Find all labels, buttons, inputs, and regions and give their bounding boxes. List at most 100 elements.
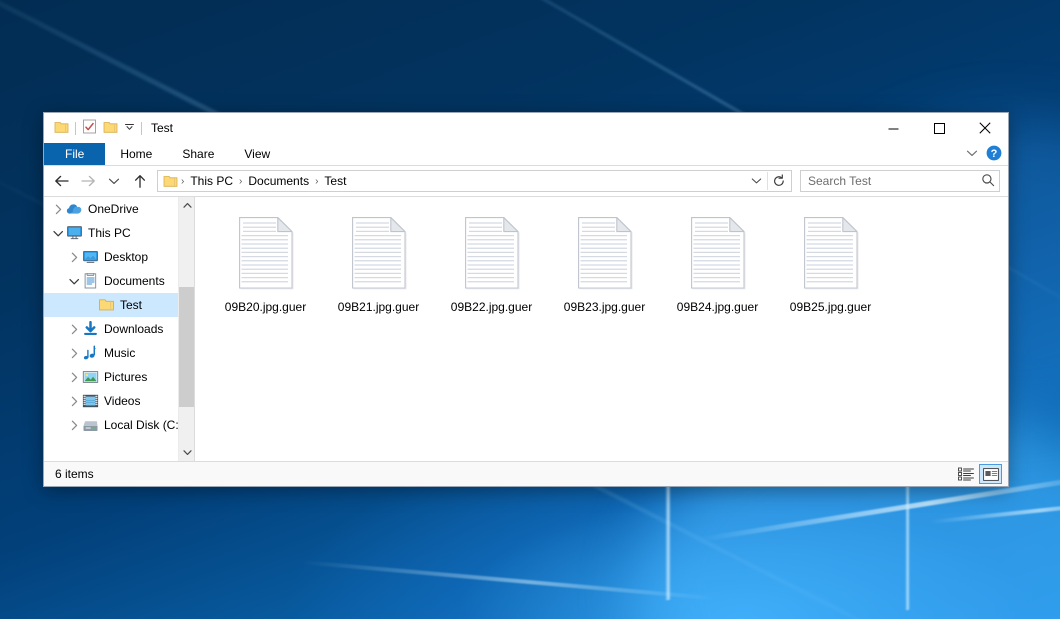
address-bar-controls	[746, 171, 789, 191]
chevron-right-icon[interactable]	[66, 413, 82, 437]
chevron-right-icon[interactable]	[66, 317, 82, 341]
file-item[interactable]: 09B22.jpg.guer	[435, 209, 548, 320]
properties-icon[interactable]	[82, 119, 97, 137]
navigation-scrollbar[interactable]	[178, 197, 194, 461]
expand-ribbon-chevron-icon[interactable]	[966, 147, 978, 161]
file-explorer-window: Test File Home Share View ?	[43, 112, 1009, 487]
sidebar-item-videos[interactable]: Videos	[44, 389, 194, 413]
generic-file-icon	[687, 213, 749, 294]
chevron-right-icon[interactable]	[66, 389, 82, 413]
forward-button[interactable]	[76, 169, 100, 193]
breadcrumb-item-this-pc[interactable]: This PC	[185, 172, 238, 190]
view-toggle-group	[954, 464, 1002, 484]
item-count-label: 6 items	[55, 467, 954, 481]
minimize-button[interactable]	[870, 113, 916, 143]
breadcrumb-item-documents[interactable]: Documents	[243, 172, 314, 190]
sidebar-item-label: Documents	[104, 274, 165, 288]
scrollbar-thumb[interactable]	[179, 287, 195, 407]
sidebar-item-downloads[interactable]: Downloads	[44, 317, 194, 341]
chevron-down-icon[interactable]	[50, 221, 66, 245]
details-view-button[interactable]	[954, 464, 977, 484]
back-button[interactable]	[50, 169, 74, 193]
generic-file-icon	[235, 213, 297, 294]
toolbar-separator	[141, 122, 142, 135]
window-title: Test	[151, 121, 173, 135]
sidebar-item-music[interactable]: Music	[44, 341, 194, 365]
cloud-icon	[66, 201, 83, 217]
videos-icon	[82, 393, 99, 409]
sidebar-item-label: Test	[120, 298, 142, 312]
sidebar-item-local-disk-c[interactable]: Local Disk (C:)	[44, 413, 194, 437]
sidebar-item-pictures[interactable]: Pictures	[44, 365, 194, 389]
sidebar-item-label: Videos	[104, 394, 140, 408]
wallpaper-logo-ray	[930, 499, 1060, 524]
generic-file-icon	[461, 213, 523, 294]
folder-icon[interactable]	[54, 120, 69, 137]
sidebar-item-label: OneDrive	[88, 202, 139, 216]
chevron-down-icon[interactable]	[124, 121, 135, 135]
title-bar: Test	[44, 113, 1008, 143]
navigation-list: OneDrive This PCDesktop Documents Test Downl…	[44, 197, 194, 437]
quick-access-toolbar	[44, 119, 142, 137]
generic-file-icon	[348, 213, 410, 294]
ribbon-right-controls: ?	[966, 143, 1002, 165]
chevron-right-icon[interactable]	[66, 365, 82, 389]
help-icon[interactable]: ?	[986, 145, 1002, 164]
sidebar-item-label: Local Disk (C:)	[104, 418, 183, 432]
new-folder-icon[interactable]	[103, 120, 118, 137]
chevron-right-icon[interactable]	[50, 197, 66, 221]
scroll-down-arrow-icon[interactable]	[179, 444, 195, 461]
refresh-icon[interactable]	[768, 171, 789, 191]
tree-spacer	[82, 293, 98, 317]
file-item[interactable]: 09B25.jpg.guer	[774, 209, 887, 320]
sidebar-item-label: Downloads	[104, 322, 163, 336]
pictures-icon	[82, 369, 99, 385]
breadcrumb-item-test[interactable]: Test	[319, 172, 351, 190]
close-button[interactable]	[962, 113, 1008, 143]
address-folder-icon	[163, 174, 178, 188]
address-bar[interactable]: › This PC › Documents › Test	[157, 170, 792, 192]
desktop-icon	[82, 249, 99, 265]
breadcrumb: › This PC › Documents › Test	[180, 172, 746, 190]
chevron-down-icon[interactable]	[66, 269, 82, 293]
monitor-icon	[66, 225, 83, 241]
search-icon[interactable]	[981, 173, 995, 190]
generic-file-icon	[800, 213, 862, 294]
file-name-label: 09B23.jpg.guer	[564, 300, 645, 314]
ribbon-tab-bar: File Home Share View ?	[44, 143, 1008, 166]
address-dropdown-icon[interactable]	[746, 171, 767, 191]
large-icons-view-button[interactable]	[979, 464, 1002, 484]
file-item[interactable]: 09B23.jpg.guer	[548, 209, 661, 320]
search-box[interactable]: Search Test	[800, 170, 1000, 192]
wallpaper-logo-ray	[300, 560, 719, 601]
recent-locations-button[interactable]	[102, 169, 126, 193]
download-icon	[82, 321, 99, 337]
music-icon	[82, 345, 99, 361]
sidebar-item-label: Pictures	[104, 370, 147, 384]
chevron-right-icon[interactable]	[66, 245, 82, 269]
scroll-up-arrow-icon[interactable]	[179, 197, 195, 214]
file-name-label: 09B20.jpg.guer	[225, 300, 306, 314]
tab-home[interactable]: Home	[105, 143, 167, 165]
tab-file[interactable]: File	[44, 143, 105, 165]
sidebar-item-test[interactable]: Test	[44, 293, 194, 317]
folder-icon	[98, 297, 115, 313]
file-grid: 09B20.jpg.guer 09B21.jpg.guer 09B22.jpg.gu…	[209, 209, 998, 320]
status-bar: 6 items	[44, 461, 1008, 486]
file-name-label: 09B22.jpg.guer	[451, 300, 532, 314]
sidebar-item-this-pc[interactable]: This PC	[44, 221, 194, 245]
file-item[interactable]: 09B21.jpg.guer	[322, 209, 435, 320]
tab-share[interactable]: Share	[167, 143, 229, 165]
sidebar-item-desktop[interactable]: Desktop	[44, 245, 194, 269]
sidebar-item-documents[interactable]: Documents	[44, 269, 194, 293]
up-button[interactable]	[128, 169, 152, 193]
maximize-button[interactable]	[916, 113, 962, 143]
file-item[interactable]: 09B20.jpg.guer	[209, 209, 322, 320]
file-item[interactable]: 09B24.jpg.guer	[661, 209, 774, 320]
tab-view[interactable]: View	[229, 143, 285, 165]
sidebar-item-onedrive[interactable]: OneDrive	[44, 197, 194, 221]
navigation-pane: OneDrive This PCDesktop Documents Test Downl…	[44, 197, 195, 461]
search-input[interactable]: Search Test	[808, 174, 981, 188]
file-list-pane[interactable]: 09B20.jpg.guer 09B21.jpg.guer 09B22.jpg.gu…	[195, 197, 1008, 461]
chevron-right-icon[interactable]	[66, 341, 82, 365]
